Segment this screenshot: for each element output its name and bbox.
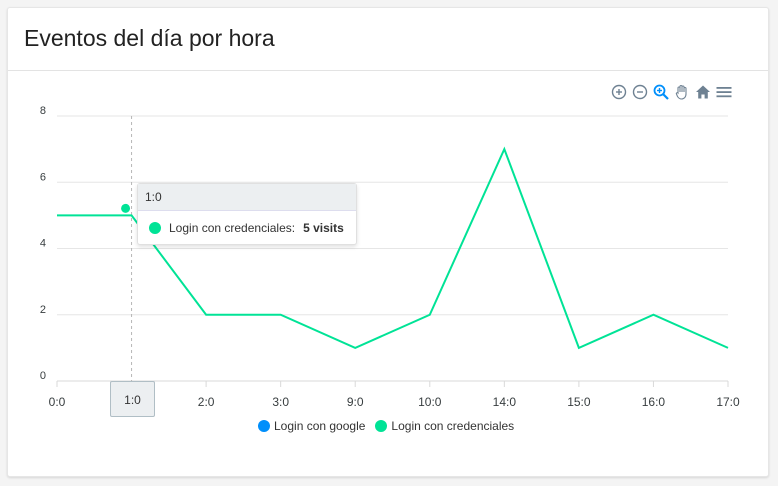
legend-label: Login con credenciales: [391, 419, 515, 433]
tooltip-value: 5 visits: [303, 221, 344, 235]
tooltip-body: Login con credenciales: 5 visits: [138, 211, 356, 235]
y-tick-label: 8: [40, 105, 46, 117]
x-tick-label: 3:0: [272, 395, 289, 409]
x-tick-label: 0:0: [49, 395, 66, 409]
x-tick-label: 17:0: [716, 395, 740, 409]
x-tick-label: 14:0: [493, 395, 517, 409]
pan-hand-icon[interactable]: [673, 83, 691, 101]
chart-tooltip: 1:0 Login con credenciales: 5 visits: [137, 183, 357, 245]
x-tick-label: 9:0: [347, 395, 364, 409]
zoom-out-icon[interactable]: [631, 83, 649, 101]
chart-legend: Login con google Login con credenciales: [258, 419, 514, 433]
y-tick-label: 6: [40, 171, 46, 183]
legend-item[interactable]: Login con google: [258, 419, 365, 433]
legend-marker: [375, 420, 388, 432]
x-tick-label: 15:0: [567, 395, 591, 409]
legend-marker: [258, 420, 270, 432]
zoom-in-icon[interactable]: [610, 83, 628, 101]
reset-home-icon[interactable]: [694, 83, 712, 101]
x-tick-label: 10:0: [418, 395, 442, 409]
hovered-data-point[interactable]: [121, 203, 131, 213]
menu-icon[interactable]: [715, 83, 733, 101]
x-tick-label: 2:0: [198, 395, 215, 409]
y-tick-label: 4: [40, 238, 46, 250]
legend-label: Login con google: [274, 419, 366, 433]
tooltip-series-marker: [149, 222, 161, 234]
y-tick-label: 2: [40, 304, 46, 316]
tooltip-header: 1:0: [138, 184, 356, 211]
legend-item[interactable]: Login con credenciales: [375, 419, 514, 433]
selection-zoom-icon[interactable]: [652, 83, 670, 101]
chart-toolbar: [610, 82, 733, 102]
y-tick-label: 0: [40, 370, 46, 382]
crosshair-x-label: 1:0: [110, 381, 155, 417]
x-tick-label: 16:0: [642, 395, 666, 409]
tooltip-series-label: Login con credenciales:: [169, 221, 296, 235]
